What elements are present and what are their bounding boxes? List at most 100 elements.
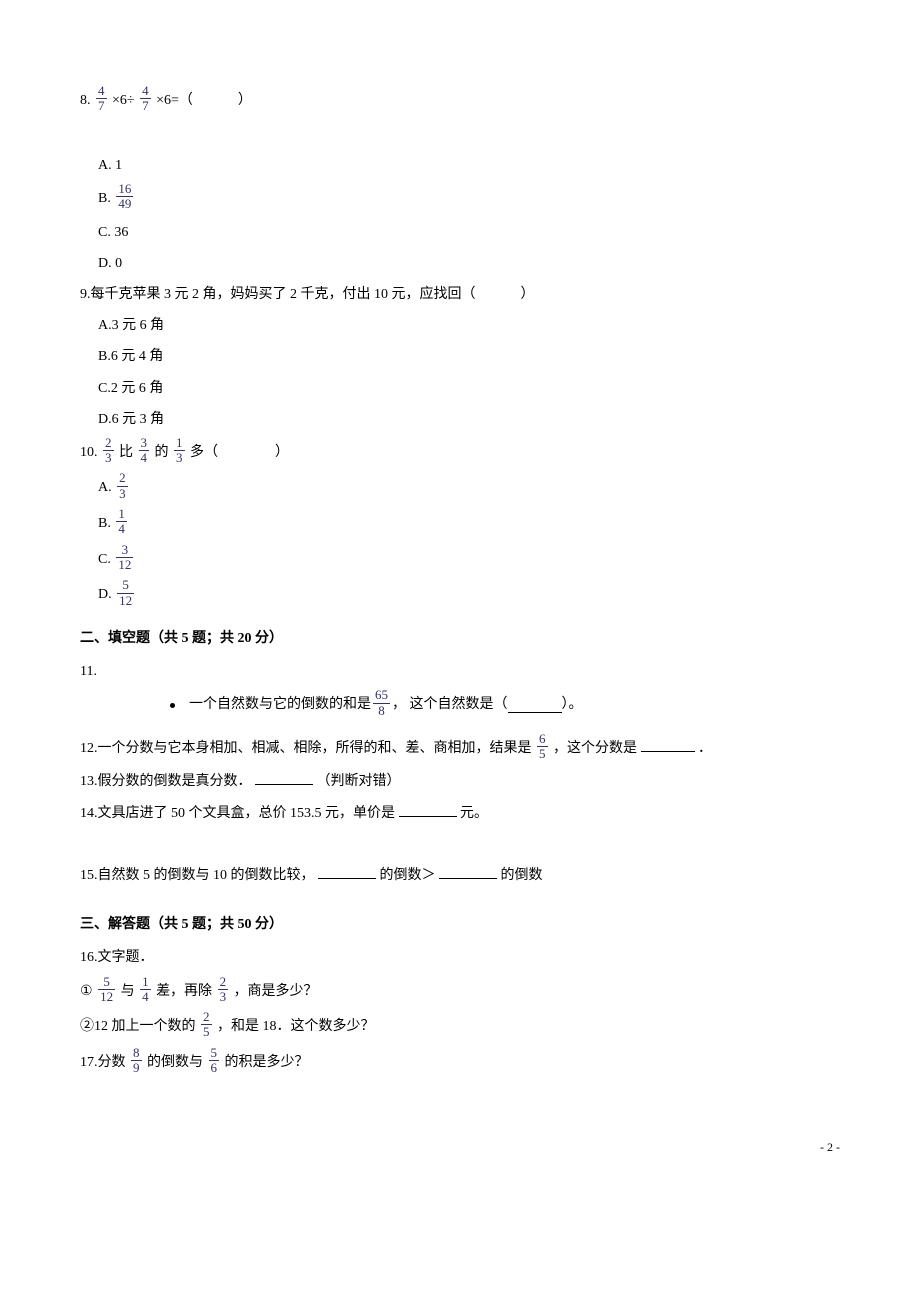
question-11-label: 11.: [80, 659, 840, 684]
q16-part-2: ②12 加上一个数的 25 ，和是 18．这个数多少？: [80, 1012, 840, 1042]
q15-text-a: 15.自然数 5 的倒数与 10 的倒数比较，: [80, 868, 315, 883]
q15-text-b: 的倒数＞: [380, 868, 436, 883]
question-9: 9.每千克苹果 3 元 2 角，妈妈买了 2 千克，付出 10 元，应找回（ ）: [80, 282, 840, 307]
q10-text-1: 比: [119, 445, 133, 460]
fraction-2-3: 2 3: [103, 436, 114, 466]
q11-bullet-item: 一个自然数与它的倒数的和是 658 ， 这个自然数是（ ）。: [170, 690, 840, 720]
q13-text-a: 13.假分数的倒数是真分数．: [80, 774, 252, 789]
fraction-3-4: 3 4: [139, 436, 150, 466]
q11-blank: [508, 698, 562, 713]
question-13: 13.假分数的倒数是真分数． （判断对错）: [80, 769, 840, 794]
q17-text-c: 的积是多少？: [225, 1055, 309, 1070]
q15-blank-2: [439, 864, 497, 879]
fraction-5-6: 56: [209, 1046, 220, 1076]
q16-p2-text-a: ②12 加上一个数的: [80, 1019, 196, 1034]
section-2-heading: 二、填空题（共 5 题；共 20 分）: [80, 626, 840, 651]
q9-option-a: A.3 元 6 角: [98, 313, 840, 338]
opt-label: C.: [98, 225, 111, 240]
fraction-16-49: 16 49: [116, 182, 133, 212]
opt-value: 3 元 6 角: [112, 318, 165, 333]
opt-value: 0: [115, 256, 122, 271]
opt-value: 1: [115, 158, 122, 173]
q10-prefix: 10.: [80, 445, 98, 460]
fraction-5-12-opt: 512: [117, 578, 134, 608]
fraction-1-3: 1 3: [174, 436, 185, 466]
q8-text-2: ×6=（: [156, 93, 193, 108]
fraction-6-5: 65: [537, 732, 548, 762]
q10-option-a: A. 23: [98, 473, 840, 503]
q12-blank: [641, 737, 695, 752]
question-12: 12.一个分数与它本身相加、相减、相除，所得的和、差、商相加，结果是 65 ，这…: [80, 734, 840, 764]
question-14: 14.文具店进了 50 个文具盒，总价 153.5 元，单价是 元。: [80, 801, 840, 826]
q9-option-d: D.6 元 3 角: [98, 407, 840, 432]
q8-option-d: D. 0: [98, 251, 840, 276]
q11-text-a: 一个自然数与它的倒数的和是: [189, 692, 371, 717]
opt-value: 6 元 3 角: [112, 412, 165, 427]
fraction-3-12-opt: 312: [116, 543, 133, 573]
opt-label: C.: [98, 381, 111, 396]
q16-p1-text-b: 与: [121, 984, 135, 999]
fraction-2-5: 25: [201, 1010, 212, 1040]
q14-blank: [399, 802, 457, 817]
q9-option-b: B.6 元 4 角: [98, 344, 840, 369]
q9-stem: 9.每千克苹果 3 元 2 角，妈妈买了 2 千克，付出 10 元，应找回（: [80, 287, 476, 302]
q13-blank: [255, 770, 313, 785]
q10-close: ）: [275, 445, 289, 460]
opt-label: D.: [98, 256, 112, 271]
q10-option-c: C. 312: [98, 545, 840, 575]
q9-option-c: C.2 元 6 角: [98, 376, 840, 401]
question-15: 15.自然数 5 的倒数与 10 的倒数比较， 的倒数＞ 的倒数: [80, 863, 840, 888]
q13-text-b: （判断对错）: [317, 774, 401, 789]
q8-close: ）: [238, 93, 252, 108]
q17-text-a: 17.分数: [80, 1055, 126, 1070]
q11-text-b: ， 这个自然数是（: [392, 692, 508, 717]
q10-option-d: D. 512: [98, 580, 840, 610]
q16-part-1: ① 512 与 14 差，再除 23 ，商是多少？: [80, 977, 840, 1007]
q11-text-c: ）。: [562, 692, 583, 717]
q15-blank-1: [318, 864, 376, 879]
opt-value: 2 元 6 角: [111, 381, 164, 396]
opt-value: 36: [114, 225, 128, 240]
opt-label: D.: [98, 412, 112, 427]
q8-option-a: A. 1: [98, 153, 840, 178]
opt-label: A.: [98, 158, 112, 173]
opt-label: D.: [98, 587, 112, 602]
q15-text-c: 的倒数: [501, 868, 543, 883]
fraction-65-8: 658: [373, 688, 390, 718]
page-number: - 2 -: [80, 1137, 840, 1159]
q8-prefix: 8.: [80, 93, 91, 108]
fraction-1-4: 14: [140, 975, 151, 1005]
q14-text-a: 14.文具店进了 50 个文具盒，总价 153.5 元，单价是: [80, 806, 395, 821]
q16-p1-text-c: 差，再除: [156, 984, 212, 999]
q10-text-2: 的: [155, 445, 169, 460]
bullet-icon: [170, 703, 175, 708]
fraction-5-12: 512: [98, 975, 115, 1005]
q10-text-3: 多（: [190, 445, 218, 460]
q12-text-a: 12.一个分数与它本身相加、相减、相除，所得的和、差、商相加，结果是: [80, 741, 532, 756]
fraction-2-3-q16: 23: [218, 975, 229, 1005]
question-16-label: 16.文字题．: [80, 945, 840, 970]
opt-label: B.: [98, 191, 111, 206]
section-3-heading: 三、解答题（共 5 题；共 50 分）: [80, 912, 840, 937]
opt-label: B.: [98, 349, 111, 364]
q8-option-b: B. 16 49: [98, 184, 840, 214]
q8-text-1: ×6÷: [112, 93, 135, 108]
q9-close: ）: [521, 287, 535, 302]
question-10: 10. 2 3 比 3 4 的 1 3 多（ ）: [80, 438, 840, 468]
question-17: 17.分数 89 的倒数与 56 的积是多少？: [80, 1048, 840, 1078]
q16-p2-text-b: ，和是 18．这个数多少？: [217, 1019, 375, 1034]
opt-label: C.: [98, 552, 111, 567]
fraction-4-7-b: 4 7: [140, 84, 151, 114]
fraction-2-3-opt: 23: [117, 471, 128, 501]
q14-text-b: 元。: [460, 806, 488, 821]
q8-option-c: C. 36: [98, 220, 840, 245]
question-8: 8. 4 7 ×6÷ 4 7 ×6=（ ）: [80, 86, 840, 116]
q12-text-b: ，这个分数是: [553, 741, 637, 756]
q17-text-b: 的倒数与: [147, 1055, 203, 1070]
fraction-1-4-opt: 14: [116, 507, 127, 537]
opt-label: B.: [98, 516, 111, 531]
opt-label: A.: [98, 318, 112, 333]
opt-label: A.: [98, 480, 112, 495]
q10-option-b: B. 14: [98, 509, 840, 539]
q16-p1-text-d: ，商是多少？: [234, 984, 318, 999]
